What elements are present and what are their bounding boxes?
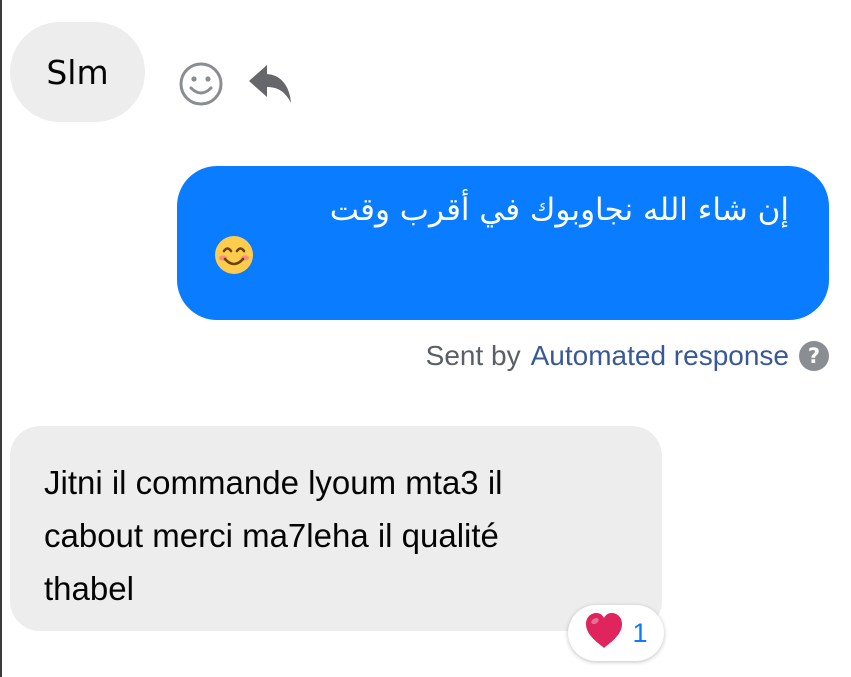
outgoing-message-bubble[interactable]: إن شاء الله نجاوبوك في أقرب وقت — [177, 166, 829, 320]
message-text-line: cabout merci ma7leha il qualité — [44, 517, 499, 554]
message-text-line: thabel — [44, 570, 134, 607]
smiley-icon[interactable] — [177, 60, 225, 108]
chat-thread: Slm إن شاء الله نجاوبوك في أقرب وقت Sent… — [0, 0, 851, 677]
heart-icon — [584, 612, 624, 654]
incoming-message-bubble[interactable]: Jitni il commande lyoum mta3 il cabout m… — [10, 426, 662, 631]
message-actions — [177, 60, 295, 108]
reply-arrow-icon[interactable] — [247, 60, 295, 108]
reaction-badge[interactable]: 1 — [568, 605, 664, 661]
incoming-message-bubble[interactable]: Slm — [10, 22, 145, 122]
question-mark-icon[interactable]: ? — [799, 341, 829, 371]
smiling-face-emoji-icon — [213, 234, 255, 280]
sent-by-prefix: Sent by — [425, 340, 521, 371]
reaction-count: 1 — [632, 617, 648, 648]
message-text: إن شاء الله نجاوبوك في أقرب وقت — [329, 192, 789, 228]
message-text-line: Jitni il commande lyoum mta3 il — [44, 464, 503, 501]
automated-response-link[interactable]: Automated response — [531, 340, 789, 372]
message-text: Slm — [46, 52, 109, 92]
sent-by-line: Sent by Automated response ? — [426, 340, 829, 372]
